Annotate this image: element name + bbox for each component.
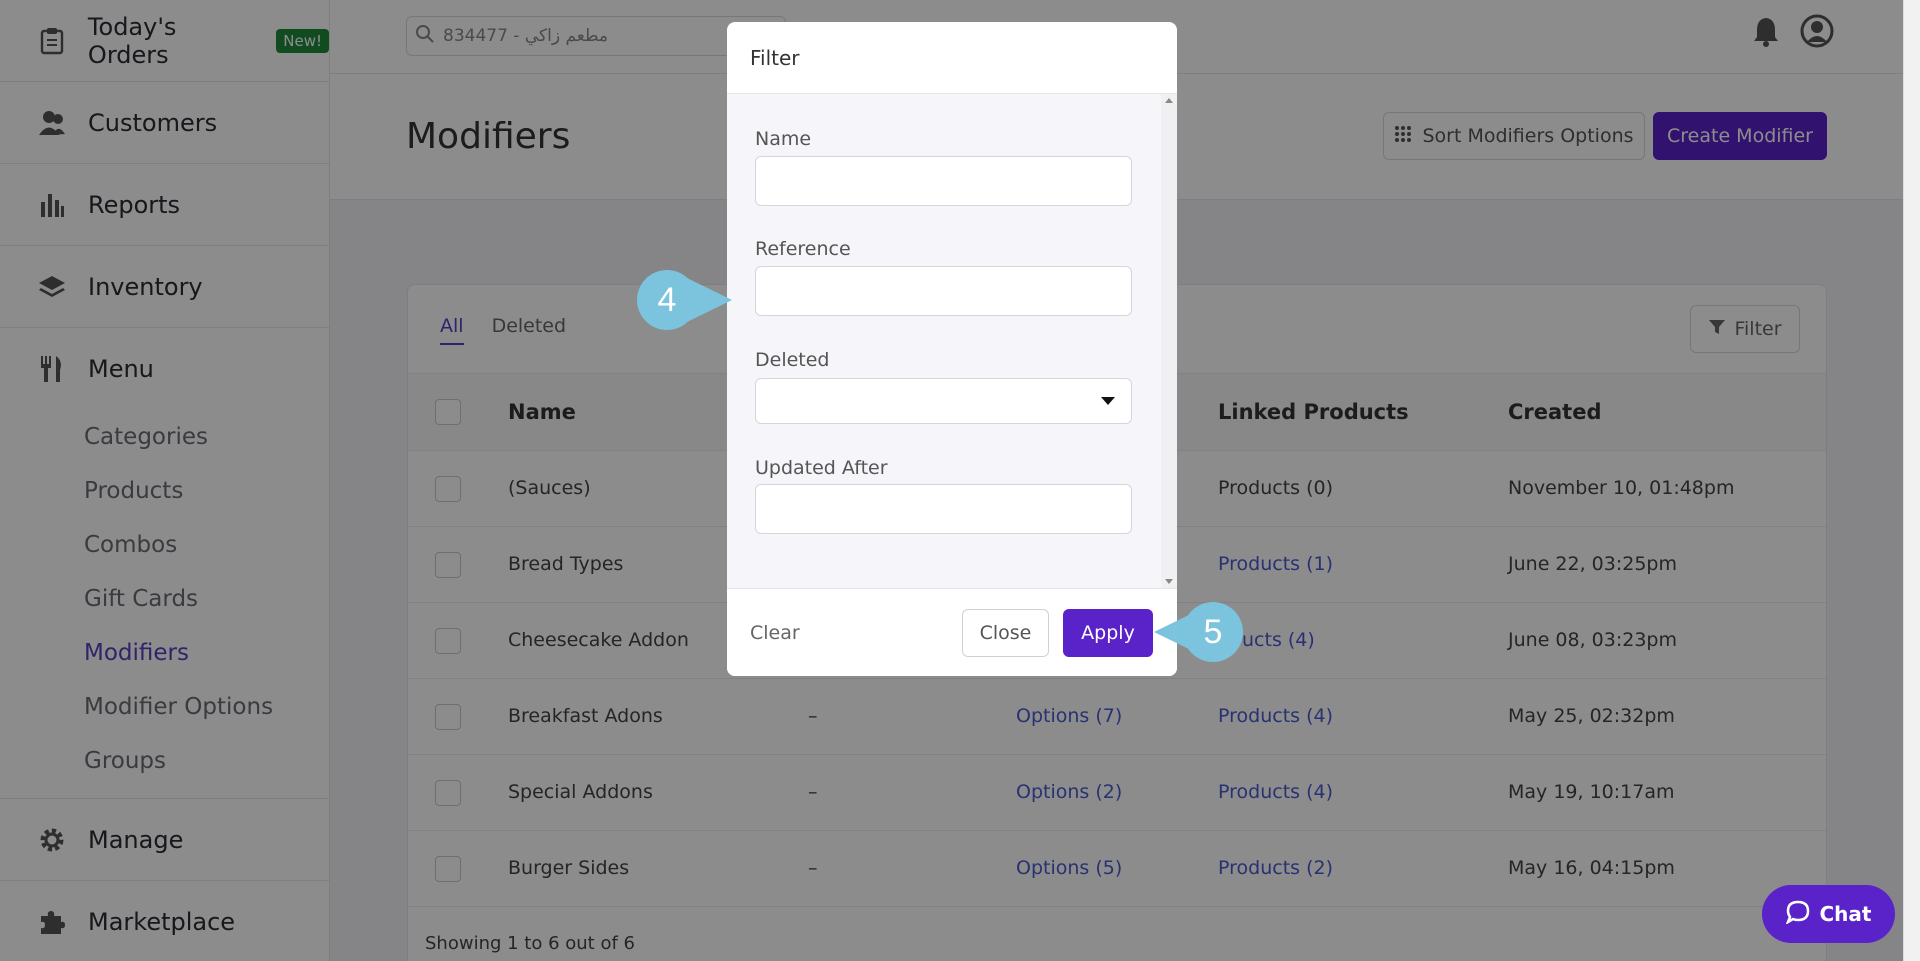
chat-button[interactable]: Chat — [1762, 885, 1895, 943]
modal-title: Filter — [727, 22, 1177, 94]
name-field-label: Name — [755, 128, 812, 150]
scroll-up-icon[interactable] — [1165, 98, 1173, 103]
reference-field-label: Reference — [755, 238, 851, 260]
page-scrollbar[interactable] — [1903, 0, 1920, 961]
chat-label: Chat — [1819, 902, 1872, 926]
close-button[interactable]: Close — [962, 609, 1049, 657]
updated-after-field-label: Updated After — [755, 457, 888, 479]
modal-body: Name Reference Deleted Updated After — [727, 94, 1177, 588]
scroll-down-icon[interactable] — [1165, 579, 1173, 584]
step-callout-5: 5 — [1153, 602, 1243, 662]
step-number: 5 — [1203, 613, 1223, 651]
chat-bubble-icon — [1784, 900, 1810, 929]
filter-modal: Filter Name Reference Deleted Updated Af… — [727, 22, 1177, 676]
modal-footer: Clear Close Apply — [727, 588, 1177, 676]
reference-field[interactable] — [755, 266, 1132, 316]
updated-after-field[interactable] — [755, 484, 1132, 534]
clear-button[interactable]: Clear — [750, 622, 800, 644]
modal-scrollbar[interactable] — [1161, 94, 1177, 588]
caret-down-icon — [1101, 397, 1115, 405]
step-number: 4 — [657, 281, 677, 319]
deleted-select[interactable] — [755, 378, 1132, 424]
step-callout-4: 4 — [637, 270, 732, 330]
deleted-field-label: Deleted — [755, 349, 830, 371]
name-field[interactable] — [755, 156, 1132, 206]
apply-button[interactable]: Apply — [1063, 609, 1153, 657]
